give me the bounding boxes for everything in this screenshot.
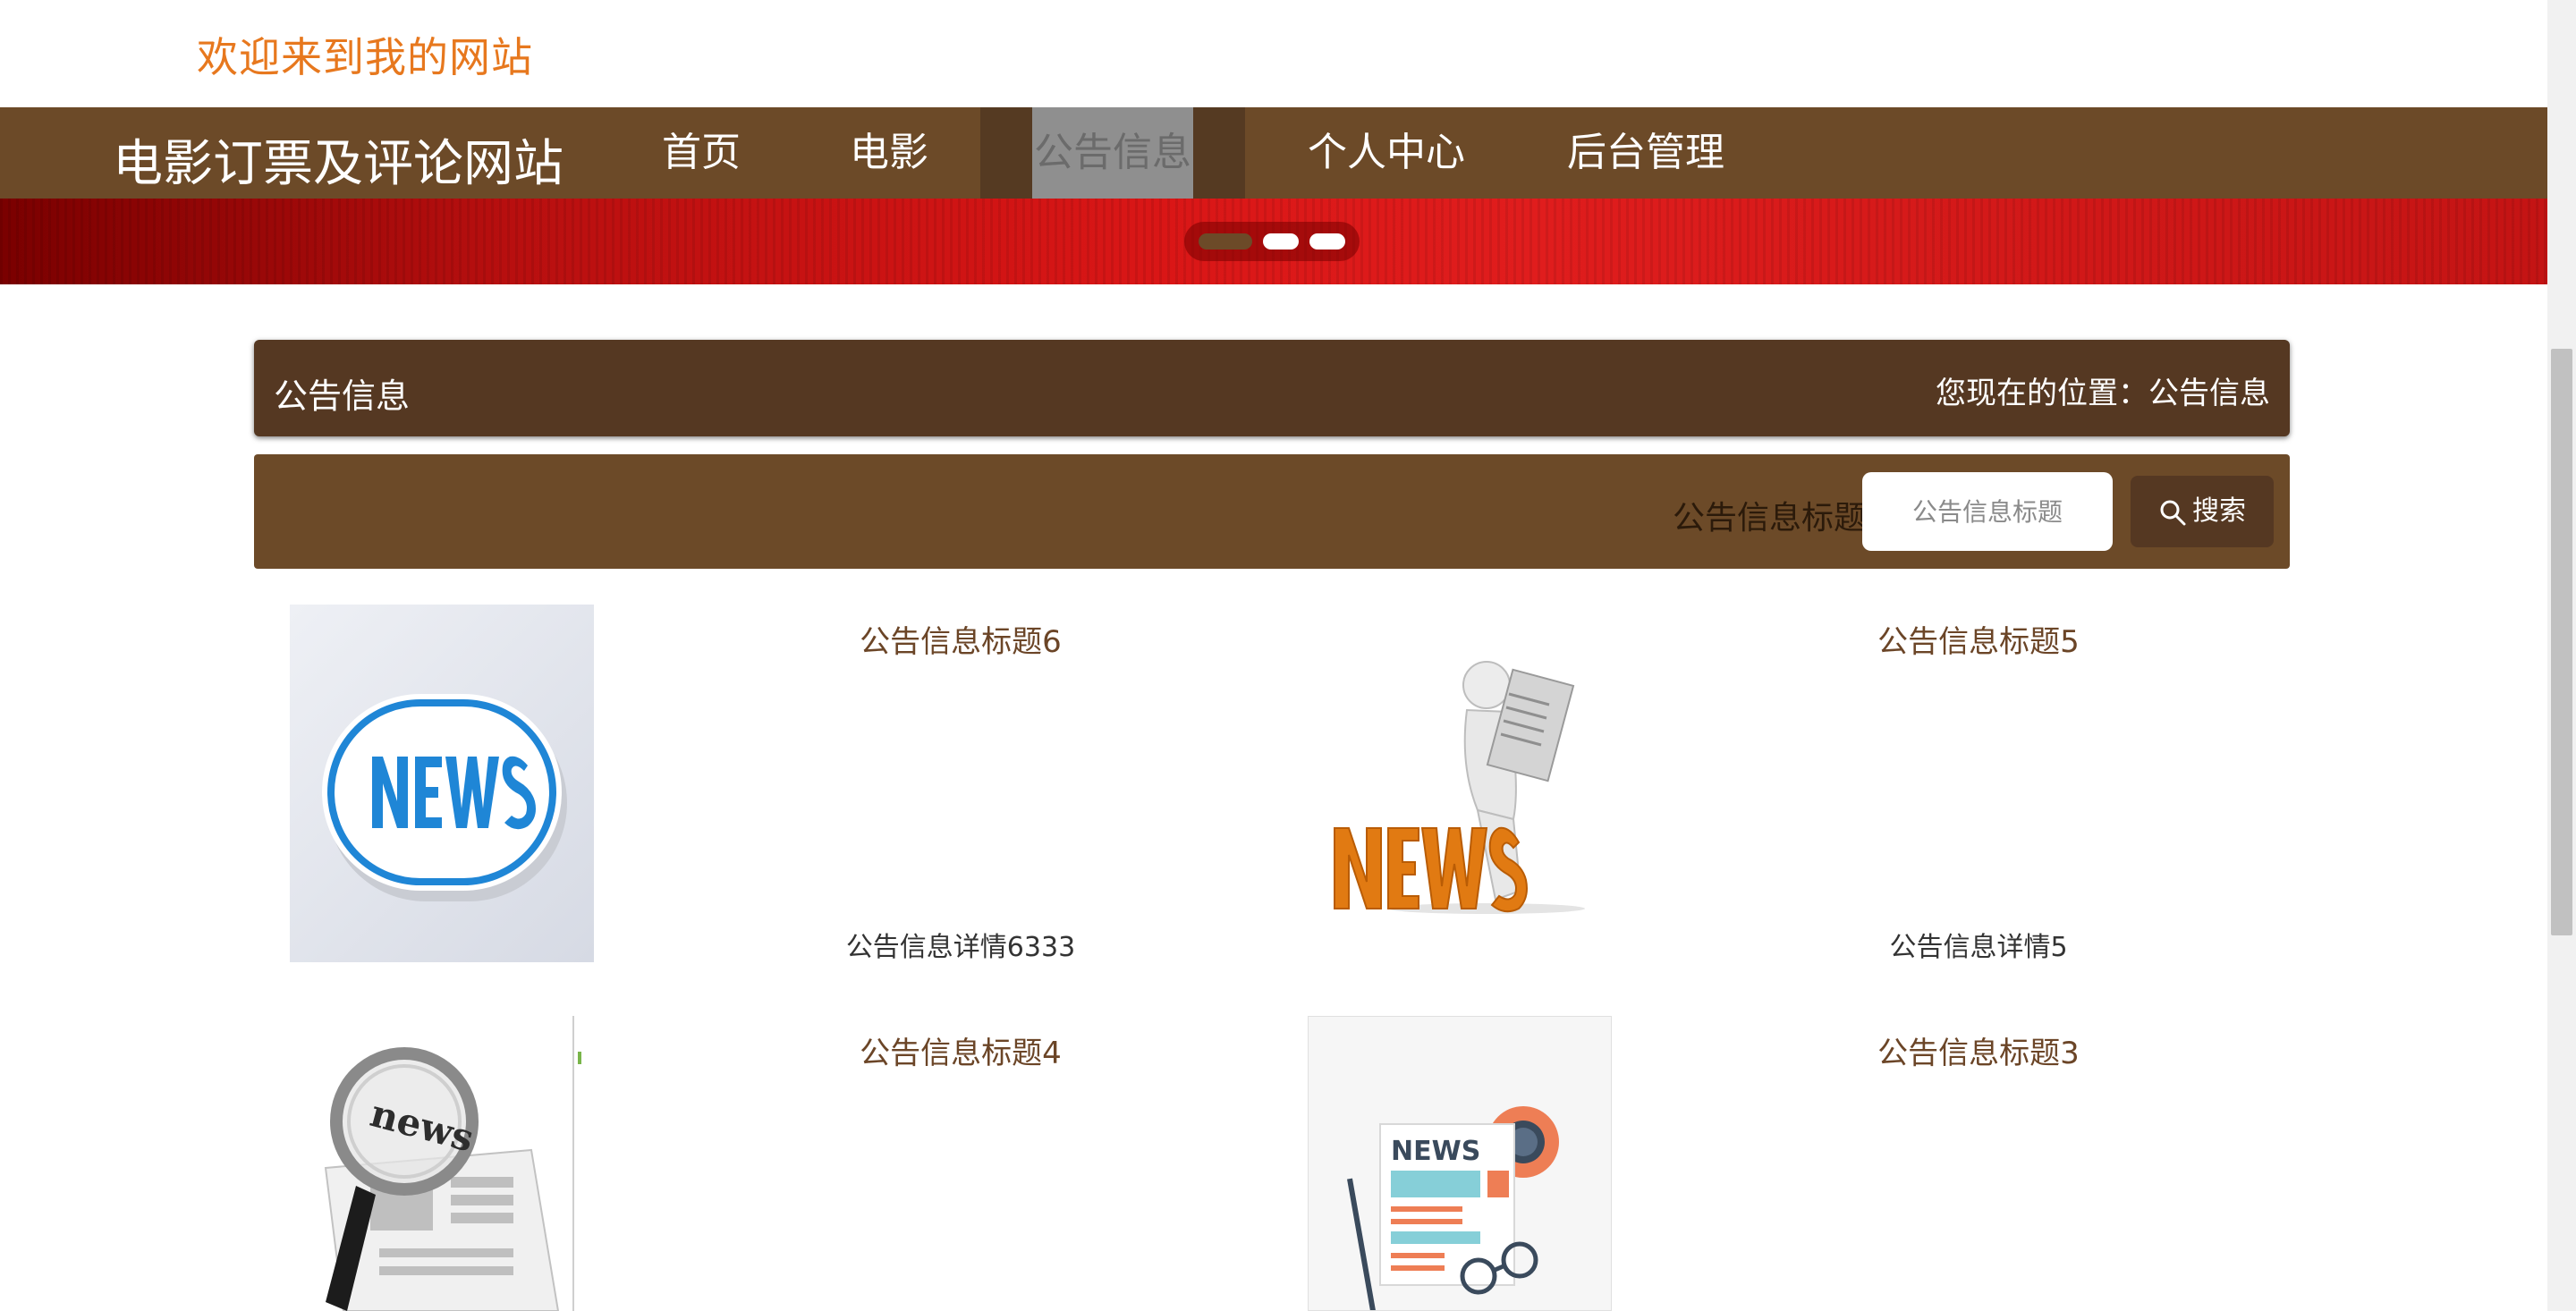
nav-item-notices[interactable]: 公告信息 [980, 107, 1245, 199]
news-magnifier-icon: news [324, 1016, 581, 1311]
notice-detail: 公告信息详情5 [1889, 932, 2068, 963]
carousel-dot-3[interactable] [1309, 233, 1345, 250]
news-magnifier-image[interactable]: news [290, 1016, 594, 1311]
carousel-indicators [1184, 222, 1360, 261]
page-scrollbar[interactable] [2547, 0, 2576, 1311]
news-reader-figure-icon [1334, 661, 1585, 914]
news-figure-reading-image[interactable] [1308, 605, 1612, 962]
nav-item-movies[interactable]: 电影 [850, 107, 928, 199]
search-button[interactable]: 搜索 [2131, 476, 2274, 547]
nav-item-profile[interactable]: 个人中心 [1308, 107, 1465, 199]
news-flat-icon: NEWS [1347, 1106, 1559, 1310]
notice-detail: 公告信息详情6333 [845, 932, 1076, 963]
welcome-text: 欢迎来到我的网站 [197, 33, 533, 81]
top-nav: 电影订票及评论网站 首页 电影 公告信息 个人中心 后台管理 [0, 107, 2547, 199]
notice-title[interactable]: 公告信息标题3 [1728, 1028, 2229, 1072]
notice-title[interactable]: 公告信息标题5 [1728, 617, 2229, 661]
carousel-dot-1[interactable] [1199, 233, 1252, 250]
carousel-dot-2[interactable] [1263, 233, 1299, 250]
nav-item-home[interactable]: 首页 [662, 107, 741, 199]
search-icon [2160, 500, 2186, 525]
news-button-image[interactable] [290, 605, 594, 962]
notice-title[interactable]: 公告信息标题4 [710, 1028, 1211, 1072]
notice-card[interactable]: NEWS 公告信息标题3 [1308, 1016, 2202, 1311]
nav-item-admin[interactable]: 后台管理 [1567, 107, 1724, 199]
news-flat-illustration-image[interactable]: NEWS [1308, 1016, 1612, 1311]
breadcrumb: 您现在的位置：公告信息 [1936, 376, 2270, 411]
notice-title[interactable]: 公告信息标题6 [710, 617, 1211, 661]
search-button-label: 搜索 [2192, 495, 2246, 527]
svg-text:NEWS: NEWS [1391, 1136, 1480, 1167]
nav-item-notices-label: 公告信息 [1032, 107, 1193, 199]
search-input[interactable] [1862, 472, 2113, 551]
search-label: 公告信息标题 [1673, 500, 1867, 537]
site-title[interactable]: 电影订票及评论网站 [113, 123, 564, 196]
section-title: 公告信息 [274, 376, 411, 416]
search-bar: 公告信息标题 搜索 [254, 454, 2290, 569]
notice-card[interactable]: 公告信息标题6 公告信息详情6333 [290, 605, 1184, 963]
news-badge-icon [322, 694, 567, 901]
notice-card[interactable]: news 公告信息标题4 [290, 1016, 1184, 1311]
page: 欢迎来到我的网站 电影订票及评论网站 首页 电影 公告信息 个人中心 后台管理 … [0, 0, 2547, 1311]
section-header: 公告信息 您现在的位置：公告信息 [254, 340, 2290, 436]
scrollbar-thumb[interactable] [2551, 349, 2572, 935]
notice-card[interactable]: 公告信息标题5 公告信息详情5 [1308, 605, 2202, 963]
